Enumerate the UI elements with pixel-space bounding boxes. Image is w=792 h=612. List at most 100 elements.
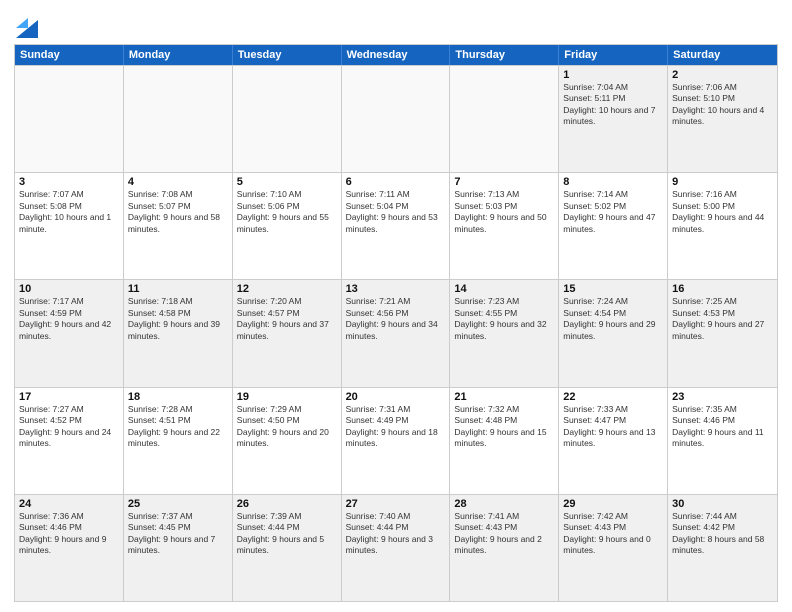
- day-number: 28: [454, 498, 554, 510]
- day-info: Sunrise: 7:35 AM Sunset: 4:46 PM Dayligh…: [672, 404, 773, 450]
- page: SundayMondayTuesdayWednesdayThursdayFrid…: [0, 0, 792, 612]
- cal-cell: 13Sunrise: 7:21 AM Sunset: 4:56 PM Dayli…: [342, 280, 451, 386]
- cal-row: 17Sunrise: 7:27 AM Sunset: 4:52 PM Dayli…: [15, 387, 777, 494]
- cal-cell: 30Sunrise: 7:44 AM Sunset: 4:42 PM Dayli…: [668, 495, 777, 601]
- day-info: Sunrise: 7:28 AM Sunset: 4:51 PM Dayligh…: [128, 404, 228, 450]
- day-info: Sunrise: 7:40 AM Sunset: 4:44 PM Dayligh…: [346, 511, 446, 557]
- day-number: 23: [672, 391, 773, 403]
- day-info: Sunrise: 7:20 AM Sunset: 4:57 PM Dayligh…: [237, 296, 337, 342]
- cal-cell: 28Sunrise: 7:41 AM Sunset: 4:43 PM Dayli…: [450, 495, 559, 601]
- day-info: Sunrise: 7:16 AM Sunset: 5:00 PM Dayligh…: [672, 189, 773, 235]
- cal-cell: 14Sunrise: 7:23 AM Sunset: 4:55 PM Dayli…: [450, 280, 559, 386]
- day-info: Sunrise: 7:11 AM Sunset: 5:04 PM Dayligh…: [346, 189, 446, 235]
- day-number: 1: [563, 69, 663, 81]
- day-number: 26: [237, 498, 337, 510]
- cal-cell: 15Sunrise: 7:24 AM Sunset: 4:54 PM Dayli…: [559, 280, 668, 386]
- day-info: Sunrise: 7:10 AM Sunset: 5:06 PM Dayligh…: [237, 189, 337, 235]
- day-info: Sunrise: 7:42 AM Sunset: 4:43 PM Dayligh…: [563, 511, 663, 557]
- cal-cell: 1Sunrise: 7:04 AM Sunset: 5:11 PM Daylig…: [559, 66, 668, 172]
- cal-cell: 23Sunrise: 7:35 AM Sunset: 4:46 PM Dayli…: [668, 388, 777, 494]
- day-info: Sunrise: 7:18 AM Sunset: 4:58 PM Dayligh…: [128, 296, 228, 342]
- calendar-body: 1Sunrise: 7:04 AM Sunset: 5:11 PM Daylig…: [15, 65, 777, 601]
- cal-header-cell: Monday: [124, 45, 233, 65]
- day-number: 2: [672, 69, 773, 81]
- cal-cell: 22Sunrise: 7:33 AM Sunset: 4:47 PM Dayli…: [559, 388, 668, 494]
- day-number: 19: [237, 391, 337, 403]
- cal-cell: 21Sunrise: 7:32 AM Sunset: 4:48 PM Dayli…: [450, 388, 559, 494]
- cal-cell: [342, 66, 451, 172]
- day-number: 3: [19, 176, 119, 188]
- day-number: 29: [563, 498, 663, 510]
- day-info: Sunrise: 7:41 AM Sunset: 4:43 PM Dayligh…: [454, 511, 554, 557]
- cal-cell: 3Sunrise: 7:07 AM Sunset: 5:08 PM Daylig…: [15, 173, 124, 279]
- day-info: Sunrise: 7:06 AM Sunset: 5:10 PM Dayligh…: [672, 82, 773, 128]
- day-info: Sunrise: 7:27 AM Sunset: 4:52 PM Dayligh…: [19, 404, 119, 450]
- cal-cell: 26Sunrise: 7:39 AM Sunset: 4:44 PM Dayli…: [233, 495, 342, 601]
- cal-cell: [450, 66, 559, 172]
- day-number: 13: [346, 283, 446, 295]
- cal-cell: 11Sunrise: 7:18 AM Sunset: 4:58 PM Dayli…: [124, 280, 233, 386]
- day-info: Sunrise: 7:31 AM Sunset: 4:49 PM Dayligh…: [346, 404, 446, 450]
- day-number: 14: [454, 283, 554, 295]
- cal-row: 24Sunrise: 7:36 AM Sunset: 4:46 PM Dayli…: [15, 494, 777, 601]
- day-number: 30: [672, 498, 773, 510]
- cal-cell: 6Sunrise: 7:11 AM Sunset: 5:04 PM Daylig…: [342, 173, 451, 279]
- logo: [14, 14, 38, 38]
- day-info: Sunrise: 7:39 AM Sunset: 4:44 PM Dayligh…: [237, 511, 337, 557]
- day-number: 10: [19, 283, 119, 295]
- day-number: 24: [19, 498, 119, 510]
- day-number: 21: [454, 391, 554, 403]
- cal-cell: 10Sunrise: 7:17 AM Sunset: 4:59 PM Dayli…: [15, 280, 124, 386]
- day-info: Sunrise: 7:07 AM Sunset: 5:08 PM Dayligh…: [19, 189, 119, 235]
- day-number: 4: [128, 176, 228, 188]
- cal-cell: [124, 66, 233, 172]
- calendar-header: SundayMondayTuesdayWednesdayThursdayFrid…: [15, 45, 777, 65]
- day-info: Sunrise: 7:13 AM Sunset: 5:03 PM Dayligh…: [454, 189, 554, 235]
- day-number: 9: [672, 176, 773, 188]
- cal-cell: 7Sunrise: 7:13 AM Sunset: 5:03 PM Daylig…: [450, 173, 559, 279]
- cal-cell: 8Sunrise: 7:14 AM Sunset: 5:02 PM Daylig…: [559, 173, 668, 279]
- day-number: 6: [346, 176, 446, 188]
- day-number: 8: [563, 176, 663, 188]
- day-info: Sunrise: 7:36 AM Sunset: 4:46 PM Dayligh…: [19, 511, 119, 557]
- day-number: 18: [128, 391, 228, 403]
- cal-cell: 16Sunrise: 7:25 AM Sunset: 4:53 PM Dayli…: [668, 280, 777, 386]
- cal-cell: 27Sunrise: 7:40 AM Sunset: 4:44 PM Dayli…: [342, 495, 451, 601]
- cal-header-cell: Wednesday: [342, 45, 451, 65]
- cal-header-cell: Sunday: [15, 45, 124, 65]
- cal-row: 1Sunrise: 7:04 AM Sunset: 5:11 PM Daylig…: [15, 65, 777, 172]
- cal-cell: 17Sunrise: 7:27 AM Sunset: 4:52 PM Dayli…: [15, 388, 124, 494]
- day-info: Sunrise: 7:04 AM Sunset: 5:11 PM Dayligh…: [563, 82, 663, 128]
- cal-cell: 19Sunrise: 7:29 AM Sunset: 4:50 PM Dayli…: [233, 388, 342, 494]
- day-info: Sunrise: 7:23 AM Sunset: 4:55 PM Dayligh…: [454, 296, 554, 342]
- day-info: Sunrise: 7:21 AM Sunset: 4:56 PM Dayligh…: [346, 296, 446, 342]
- day-number: 12: [237, 283, 337, 295]
- cal-header-cell: Saturday: [668, 45, 777, 65]
- day-info: Sunrise: 7:25 AM Sunset: 4:53 PM Dayligh…: [672, 296, 773, 342]
- cal-cell: 9Sunrise: 7:16 AM Sunset: 5:00 PM Daylig…: [668, 173, 777, 279]
- cal-cell: 4Sunrise: 7:08 AM Sunset: 5:07 PM Daylig…: [124, 173, 233, 279]
- day-info: Sunrise: 7:08 AM Sunset: 5:07 PM Dayligh…: [128, 189, 228, 235]
- cal-cell: 29Sunrise: 7:42 AM Sunset: 4:43 PM Dayli…: [559, 495, 668, 601]
- day-info: Sunrise: 7:24 AM Sunset: 4:54 PM Dayligh…: [563, 296, 663, 342]
- cal-header-cell: Thursday: [450, 45, 559, 65]
- day-number: 17: [19, 391, 119, 403]
- day-number: 11: [128, 283, 228, 295]
- logo-icon: [16, 10, 38, 38]
- day-info: Sunrise: 7:33 AM Sunset: 4:47 PM Dayligh…: [563, 404, 663, 450]
- day-number: 27: [346, 498, 446, 510]
- cal-cell: 12Sunrise: 7:20 AM Sunset: 4:57 PM Dayli…: [233, 280, 342, 386]
- day-info: Sunrise: 7:44 AM Sunset: 4:42 PM Dayligh…: [672, 511, 773, 557]
- day-info: Sunrise: 7:17 AM Sunset: 4:59 PM Dayligh…: [19, 296, 119, 342]
- day-number: 7: [454, 176, 554, 188]
- cal-cell: 18Sunrise: 7:28 AM Sunset: 4:51 PM Dayli…: [124, 388, 233, 494]
- cal-header-cell: Tuesday: [233, 45, 342, 65]
- day-number: 16: [672, 283, 773, 295]
- day-number: 5: [237, 176, 337, 188]
- header: [14, 10, 778, 38]
- day-info: Sunrise: 7:32 AM Sunset: 4:48 PM Dayligh…: [454, 404, 554, 450]
- day-info: Sunrise: 7:37 AM Sunset: 4:45 PM Dayligh…: [128, 511, 228, 557]
- cal-row: 3Sunrise: 7:07 AM Sunset: 5:08 PM Daylig…: [15, 172, 777, 279]
- cal-cell: 25Sunrise: 7:37 AM Sunset: 4:45 PM Dayli…: [124, 495, 233, 601]
- cal-row: 10Sunrise: 7:17 AM Sunset: 4:59 PM Dayli…: [15, 279, 777, 386]
